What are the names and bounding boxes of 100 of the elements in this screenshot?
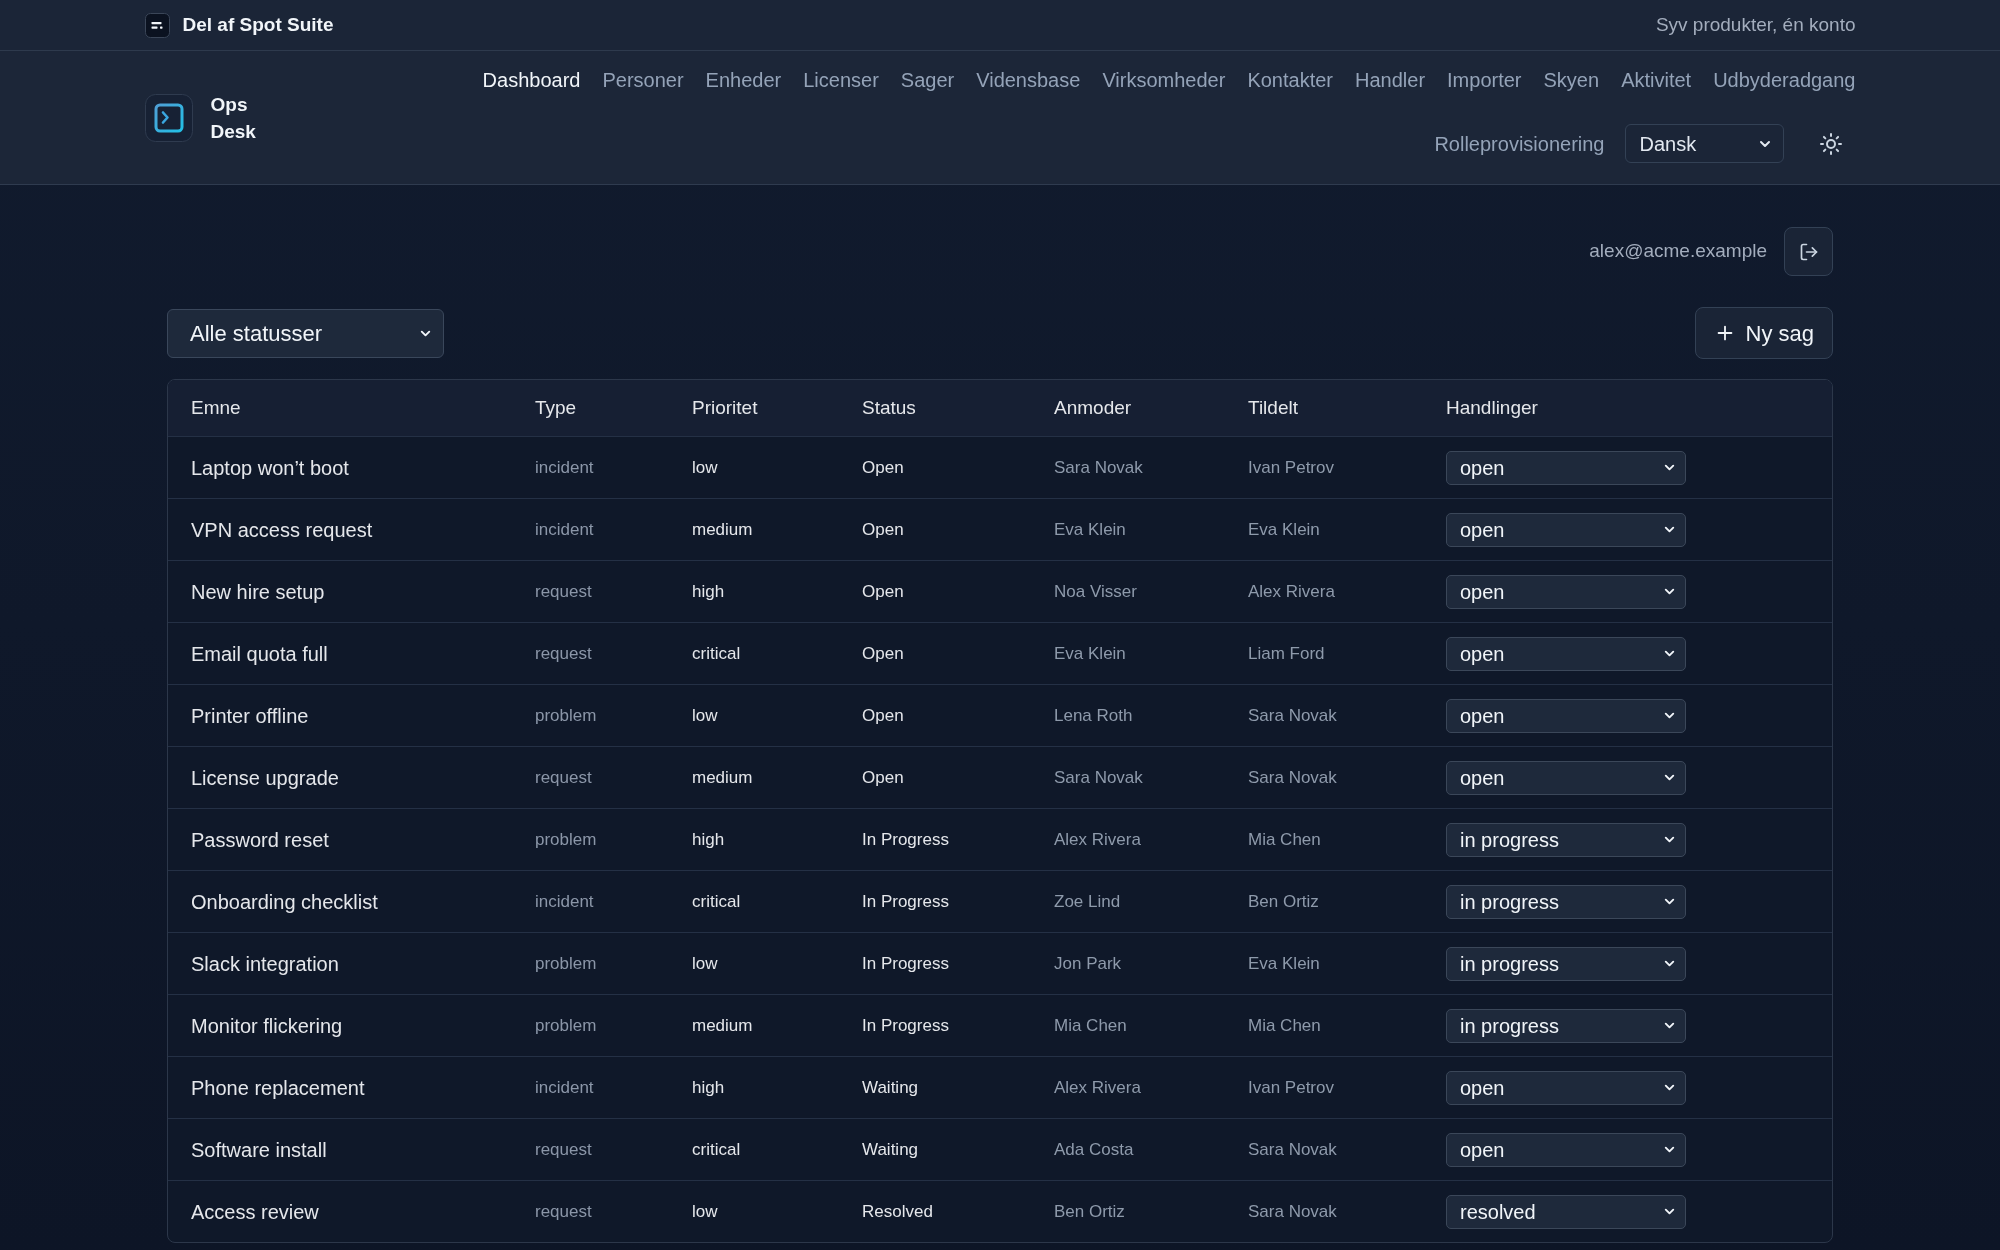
table-cell: Open [862,581,904,601]
table-cell: Alex Rivera [1054,829,1141,849]
table-cell: Sara Novak [1248,767,1337,787]
table-cell: Laptop won’t boot [191,456,349,479]
suite-logo-icon [144,12,170,38]
table-cell: incident [535,1077,594,1097]
status-filter-select[interactable]: Alle statusser [167,308,444,358]
table-cell: Mia Chen [1248,829,1321,849]
table-cell: problem [535,829,597,849]
table-cell: Slack integration [191,952,339,975]
table-cell: Lena Roth [1054,705,1133,725]
table-cell: Mia Chen [1054,1015,1127,1035]
table-cell: Waiting [862,1139,919,1159]
column-header: Type [535,396,577,418]
table-cell: problem [535,705,597,725]
status-select[interactable]: in progress [1446,822,1686,857]
table-cell: Alex Rivera [1248,581,1335,601]
nav-link[interactable]: Aktivitet [1621,66,1692,94]
table-cell: request [535,643,592,663]
status-select[interactable]: open [1446,636,1686,671]
nav-link[interactable]: Dashboard [482,66,581,94]
table-cell: Eva Klein [1248,953,1320,973]
nav-link[interactable]: Personer [602,66,684,94]
table-cell: Open [862,519,904,539]
table-cell: medium [692,1015,753,1035]
status-select[interactable]: in progress [1446,946,1686,981]
table-cell: Eva Klein [1248,519,1320,539]
nav-link[interactable]: Skyen [1543,66,1600,94]
status-select[interactable]: open [1446,760,1686,795]
logout-icon [1798,241,1819,262]
table-cell: Onboarding checklist [191,890,378,913]
new-case-button[interactable]: Ny sag [1694,307,1833,359]
table-cell: medium [692,767,753,787]
table-cell: request [535,1201,592,1221]
table-cell: incident [535,891,594,911]
terminal-logo-icon [144,93,193,142]
nav-link[interactable]: Handler [1355,66,1426,94]
table-cell: Alex Rivera [1054,1077,1141,1097]
nav-link[interactable]: Enheder [705,66,782,94]
table-cell: Phone replacement [191,1076,365,1099]
table-cell: New hire setup [191,580,325,603]
nav-link[interactable]: Sager [900,66,955,94]
table-cell: Ivan Petrov [1248,457,1334,477]
table-cell: high [692,581,725,601]
language-select[interactable]: Dansk [1624,124,1784,163]
table-cell: Liam Ford [1248,643,1325,663]
table-cell: Noa Visser [1054,581,1137,601]
nav-link[interactable]: Licenser [803,66,879,94]
table-cell: medium [692,519,753,539]
table-cell: Password reset [191,828,329,851]
table-cell: Access review [191,1200,319,1223]
table-cell: low [692,705,718,725]
column-header: Handlinger [1446,396,1538,418]
status-select[interactable]: open [1446,698,1686,733]
nav-link[interactable]: Rolleprovisionering [1434,129,1605,158]
table-cell: Sara Novak [1248,705,1337,725]
table-cell: high [692,1077,725,1097]
table-cell: high [692,829,725,849]
table-cell: critical [692,643,741,663]
table-cell: Open [862,457,904,477]
status-select[interactable]: open [1446,450,1686,485]
status-select[interactable]: open [1446,1132,1686,1167]
status-select[interactable]: in progress [1446,1008,1686,1043]
table-cell: Ben Ortiz [1248,891,1319,911]
table-cell: Software install [191,1138,327,1161]
table-cell: problem [535,1015,597,1035]
table-cell: In Progress [862,891,949,911]
nav-link[interactable]: Vidensbase [976,66,1081,94]
column-header: Tildelt [1248,396,1298,418]
app-name: Ops Desk [210,92,256,144]
table-cell: Mia Chen [1248,1015,1321,1035]
table-cell: Eva Klein [1054,519,1126,539]
table-cell: Monitor flickering [191,1014,343,1037]
table-cell: Printer offline [191,704,309,727]
table-cell: Resolved [862,1201,933,1221]
status-select[interactable]: open [1446,574,1686,609]
table-cell: Sara Novak [1248,1201,1337,1221]
nav-link[interactable]: Kontakter [1247,66,1333,94]
table-cell: critical [692,1139,741,1159]
nav-link[interactable]: Virksomheder [1102,66,1226,94]
suite-title: Del af Spot Suite [182,12,334,37]
column-header: Emne [191,396,241,418]
logout-button[interactable] [1784,227,1833,276]
table-cell: Ivan Petrov [1248,1077,1334,1097]
table-cell: Waiting [862,1077,919,1097]
table-cell: request [535,581,592,601]
table-cell: In Progress [862,953,949,973]
table-cell: critical [692,891,741,911]
status-select[interactable]: resolved [1446,1194,1686,1229]
table-cell: Jon Park [1054,953,1122,973]
table-cell: In Progress [862,1015,949,1035]
table-cell: request [535,1139,592,1159]
table-cell: low [692,953,718,973]
table-cell: Open [862,643,904,663]
status-select[interactable]: open [1446,1070,1686,1105]
status-select[interactable]: in progress [1446,884,1686,919]
nav-link[interactable]: Udbyderadgang [1713,66,1856,94]
column-header: Status [862,396,916,418]
nav-link[interactable]: Importer [1447,66,1522,94]
status-select[interactable]: open [1446,512,1686,547]
